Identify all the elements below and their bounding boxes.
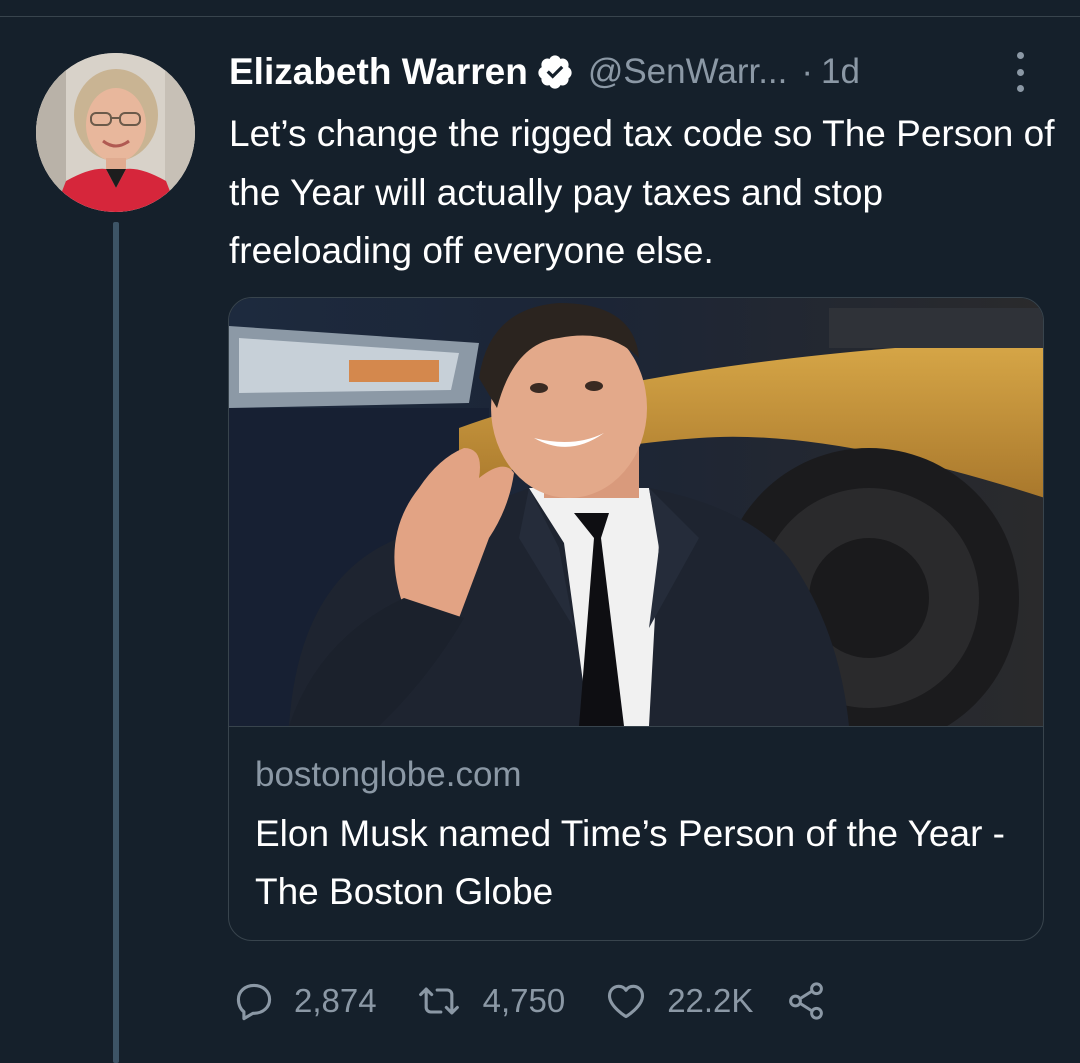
reply-count: 2,874 [294, 982, 377, 1019]
verified-badge-icon [536, 53, 574, 91]
top-divider [0, 16, 1080, 17]
card-domain: bostonglobe.com [255, 755, 522, 794]
share-icon [785, 980, 827, 1022]
author-handle[interactable]: @SenWarr... [588, 52, 788, 92]
card-image [229, 298, 1043, 726]
retweet-count: 4,750 [482, 982, 566, 1019]
tweet-header: Elizabeth Warren @SenWarr... · 1d [229, 48, 1029, 96]
tweet-text: Let’s change the rigged tax code so The … [229, 113, 1055, 271]
card-title: Elon Musk named Time’s Person of the Yea… [255, 813, 1005, 912]
avatar[interactable] [36, 53, 195, 212]
like-button[interactable]: 22.2K [603, 979, 753, 1023]
avatar-image [36, 53, 195, 212]
separator-dot: · [801, 52, 814, 91]
tweet-timestamp[interactable]: 1d [821, 52, 860, 92]
reply-button[interactable]: 2,874 [232, 979, 377, 1023]
card-info: bostonglobe.com Elon Musk named Time’s P… [229, 726, 1043, 940]
author-name[interactable]: Elizabeth Warren [229, 51, 528, 93]
action-bar: 2,874 4,750 22.2K [232, 975, 827, 1027]
more-vertical-icon[interactable] [1008, 52, 1032, 92]
heart-icon [603, 979, 649, 1023]
retweet-icon [413, 979, 465, 1023]
retweet-button[interactable]: 4,750 [413, 979, 566, 1023]
like-count: 22.2K [667, 982, 754, 1019]
thread-line [113, 222, 119, 1063]
share-button[interactable] [785, 980, 827, 1022]
link-card[interactable]: bostonglobe.com Elon Musk named Time’s P… [228, 297, 1044, 941]
reply-icon [232, 979, 276, 1023]
